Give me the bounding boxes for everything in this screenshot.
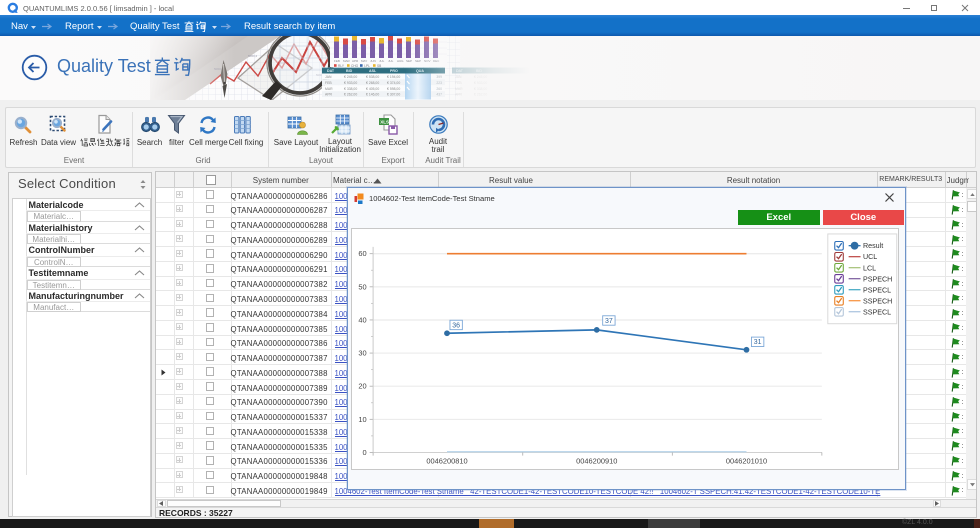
svg-text:5063,2: 5063,2 — [248, 54, 258, 58]
svg-text:Result: Result — [863, 242, 883, 250]
svg-text:DAT: DAT — [327, 69, 335, 73]
svg-text:0046200810: 0046200810 — [426, 457, 467, 466]
svg-text:BID: BID — [346, 69, 353, 73]
svg-text:€ 338,00: € 338,00 — [344, 87, 357, 91]
svg-text:0: 0 — [363, 448, 367, 457]
svg-text:SSPECL: SSPECL — [863, 308, 891, 316]
svg-text:20: 20 — [358, 382, 366, 391]
svg-text:JUN: JUN — [370, 59, 376, 63]
svg-text:JAN: JAN — [325, 75, 332, 79]
svg-text:FEB: FEB — [334, 59, 340, 63]
svg-text:50: 50 — [358, 282, 366, 291]
svg-text:€ 538,00: € 538,00 — [366, 75, 379, 79]
svg-text:JUL: JUL — [379, 59, 385, 63]
svg-text:€ 374,00: € 374,00 — [387, 81, 400, 85]
svg-text:€ 146,00: € 146,00 — [366, 93, 379, 97]
svg-text:PSPECH: PSPECH — [863, 275, 892, 283]
svg-text:MAY: MAY — [361, 59, 367, 63]
svg-text:40: 40 — [358, 315, 366, 324]
svg-text:UCL: UCL — [863, 253, 877, 261]
svg-text:€ 307,00: € 307,00 — [387, 93, 400, 97]
svg-text:37: 37 — [605, 318, 613, 325]
svg-text:€ 933,00: € 933,00 — [344, 81, 357, 85]
svg-text:SB: SB — [377, 64, 381, 68]
svg-text:AUG: AUG — [397, 59, 404, 63]
svg-text:36: 36 — [452, 322, 460, 329]
svg-text:LCL: LCL — [863, 264, 876, 272]
svg-text:SSPECH: SSPECH — [863, 297, 892, 305]
svg-text:MAR: MAR — [343, 59, 351, 63]
svg-text:€ 194,00: € 194,00 — [387, 75, 400, 79]
svg-text:10: 10 — [358, 415, 366, 424]
svg-text:0046201010: 0046201010 — [726, 457, 767, 466]
svg-text:0046200910: 0046200910 — [576, 457, 617, 466]
svg-text:JUL: JUL — [388, 59, 394, 63]
svg-text:60: 60 — [358, 249, 366, 258]
svg-text:MAR: MAR — [325, 87, 333, 91]
svg-text:€ 262,00: € 262,00 — [344, 93, 357, 97]
svg-text:APR: APR — [325, 93, 333, 97]
svg-text:31: 31 — [754, 339, 762, 346]
svg-text:APR: APR — [352, 59, 359, 63]
svg-text:€ 405,00: € 405,00 — [366, 87, 379, 91]
svg-text:XLS: XLS — [380, 120, 389, 125]
svg-text:PSPECL: PSPECL — [863, 286, 891, 294]
svg-text:€ 245,00: € 245,00 — [344, 75, 357, 79]
svg-text:€ 268,00: € 268,00 — [366, 81, 379, 85]
svg-text:I-PL: I-PL — [364, 64, 370, 68]
svg-text:FEB: FEB — [325, 81, 332, 85]
svg-text:RLY: RLY — [338, 64, 345, 68]
svg-text:CHG: CHG — [351, 64, 359, 68]
svg-text:30: 30 — [358, 349, 366, 358]
svg-text:PRO: PRO — [390, 69, 398, 73]
svg-text:€ 598,00: € 598,00 — [387, 87, 400, 91]
svg-text:ASL: ASL — [369, 69, 377, 73]
